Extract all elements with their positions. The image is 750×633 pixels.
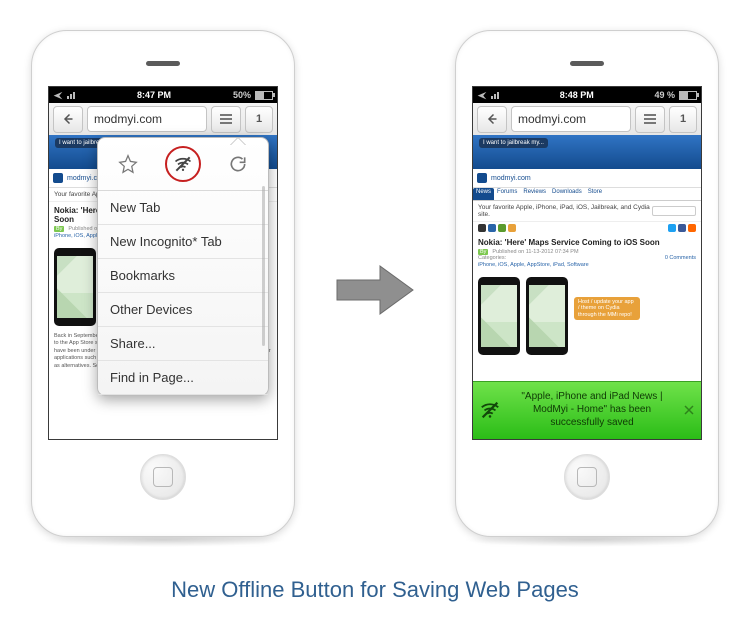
- store-icon[interactable]: [478, 224, 486, 232]
- browser-toolbar: modmyi.com 1: [473, 103, 701, 136]
- arrow-icon: [335, 260, 415, 320]
- article-image-row: Host / update your app / theme on Cydia …: [473, 273, 701, 359]
- status-battery-text: 49 %: [654, 90, 675, 100]
- store-icon[interactable]: [508, 224, 516, 232]
- store-icon[interactable]: [498, 224, 506, 232]
- earpiece: [570, 61, 604, 66]
- menu-icon: [219, 113, 233, 125]
- nav-item[interactable]: Forums: [494, 188, 520, 200]
- wifi-icon: [67, 92, 75, 99]
- close-icon[interactable]: [683, 404, 695, 416]
- url-text: modmyi.com: [94, 112, 162, 126]
- site-tagline-row: Your favorite Apple, iPhone, iPad, iOS, …: [473, 201, 701, 222]
- status-bar: 8:48 PM 49 %: [473, 87, 701, 103]
- nav-item[interactable]: Downloads: [549, 188, 585, 200]
- tabs-button[interactable]: 1: [669, 106, 697, 133]
- banner-balloon: I want to jailbreak my...: [479, 138, 548, 148]
- site-search[interactable]: [652, 206, 696, 216]
- back-arrow-icon: [62, 113, 74, 125]
- menu-item-incognito[interactable]: New Incognito* Tab: [98, 225, 268, 259]
- site-tagline: Your favorite Apple, iPhone, iPad, iOS, …: [478, 204, 652, 218]
- menu-item-share[interactable]: Share...: [98, 327, 268, 361]
- social-icon[interactable]: [678, 224, 686, 232]
- browser-menu-dropdown: New Tab New Incognito* Tab Bookmarks Oth…: [97, 137, 269, 396]
- menu-item-bookmarks[interactable]: Bookmarks: [98, 259, 268, 293]
- nav-item[interactable]: News: [473, 188, 494, 200]
- web-content[interactable]: I want to jailbreak my... modmyi.com New…: [473, 135, 701, 439]
- rss-icon[interactable]: [688, 224, 696, 232]
- back-button[interactable]: [477, 106, 507, 133]
- article-title: Nokia: 'Here' Maps Service Coming to iOS…: [478, 238, 696, 247]
- store-icons-row: [473, 222, 701, 234]
- social-icon[interactable]: [668, 224, 676, 232]
- status-bar: 8:47 PM 50%: [49, 87, 277, 103]
- status-time: 8:47 PM: [137, 90, 171, 100]
- save-toast: "Apple, iPhone and iPad News | ModMyi - …: [473, 381, 701, 439]
- menu-button[interactable]: [211, 106, 241, 133]
- back-arrow-icon: [486, 113, 498, 125]
- article-block: Nokia: 'Here' Maps Service Coming to iOS…: [473, 234, 701, 273]
- airplane-icon: [53, 90, 63, 100]
- url-bar[interactable]: modmyi.com: [87, 106, 207, 132]
- screen: 8:48 PM 49 % modmyi.com: [472, 86, 702, 440]
- menu-icon: [643, 113, 657, 125]
- tabs-count: 1: [680, 113, 686, 125]
- battery-icon: [679, 91, 697, 100]
- site-logo-row: modmyi.com: [473, 169, 701, 188]
- status-battery-text: 50%: [233, 90, 251, 100]
- url-bar[interactable]: modmyi.com: [511, 106, 631, 132]
- comparison-stage: 8:47 PM 50% modmyi.com: [0, 0, 750, 557]
- article-image-phone: [478, 277, 520, 355]
- nav-item[interactable]: Reviews: [520, 188, 549, 200]
- reload-icon[interactable]: [228, 154, 248, 174]
- nav-item[interactable]: Store: [585, 188, 605, 200]
- airplane-icon: [477, 90, 487, 100]
- battery-icon: [255, 91, 273, 100]
- promo-callout[interactable]: Host / update your app / theme on Cydia …: [574, 297, 640, 320]
- site-banner: I want to jailbreak my...: [473, 135, 701, 169]
- phone-right: 8:48 PM 49 % modmyi.com: [455, 30, 719, 547]
- tabs-count: 1: [256, 113, 262, 125]
- article-image-phone: [526, 277, 568, 355]
- offline-icon[interactable]: [173, 154, 193, 174]
- menu-scrollbar[interactable]: [262, 186, 265, 346]
- menu-item-find[interactable]: Find in Page...: [98, 361, 268, 395]
- menu-icon-row: [98, 138, 268, 191]
- site-logo-text: modmyi.com: [491, 175, 531, 182]
- url-text: modmyi.com: [518, 112, 586, 126]
- earpiece: [146, 61, 180, 66]
- iphone-device: 8:47 PM 50% modmyi.com: [31, 30, 295, 537]
- phone-left: 8:47 PM 50% modmyi.com: [31, 30, 295, 547]
- screen: 8:47 PM 50% modmyi.com: [48, 86, 278, 440]
- tabs-button[interactable]: 1: [245, 106, 273, 133]
- offline-button-highlight: [165, 146, 201, 182]
- menu-item-new-tab[interactable]: New Tab: [98, 191, 268, 225]
- star-icon[interactable]: [118, 154, 138, 174]
- status-time: 8:48 PM: [560, 90, 594, 100]
- toast-text: "Apple, iPhone and iPad News | ModMyi - …: [507, 390, 677, 429]
- home-button[interactable]: [564, 454, 610, 500]
- site-logo-icon: [477, 173, 487, 183]
- wifi-icon: [491, 92, 499, 99]
- back-button[interactable]: [53, 106, 83, 133]
- home-button[interactable]: [140, 454, 186, 500]
- menu-item-other-devices[interactable]: Other Devices: [98, 293, 268, 327]
- offline-icon: [479, 399, 501, 421]
- iphone-device: 8:48 PM 49 % modmyi.com: [455, 30, 719, 537]
- figure-caption: New Offline Button for Saving Web Pages: [0, 557, 750, 633]
- menu-button[interactable]: [635, 106, 665, 133]
- store-icon[interactable]: [488, 224, 496, 232]
- site-nav: News Forums Reviews Downloads Store: [473, 188, 701, 201]
